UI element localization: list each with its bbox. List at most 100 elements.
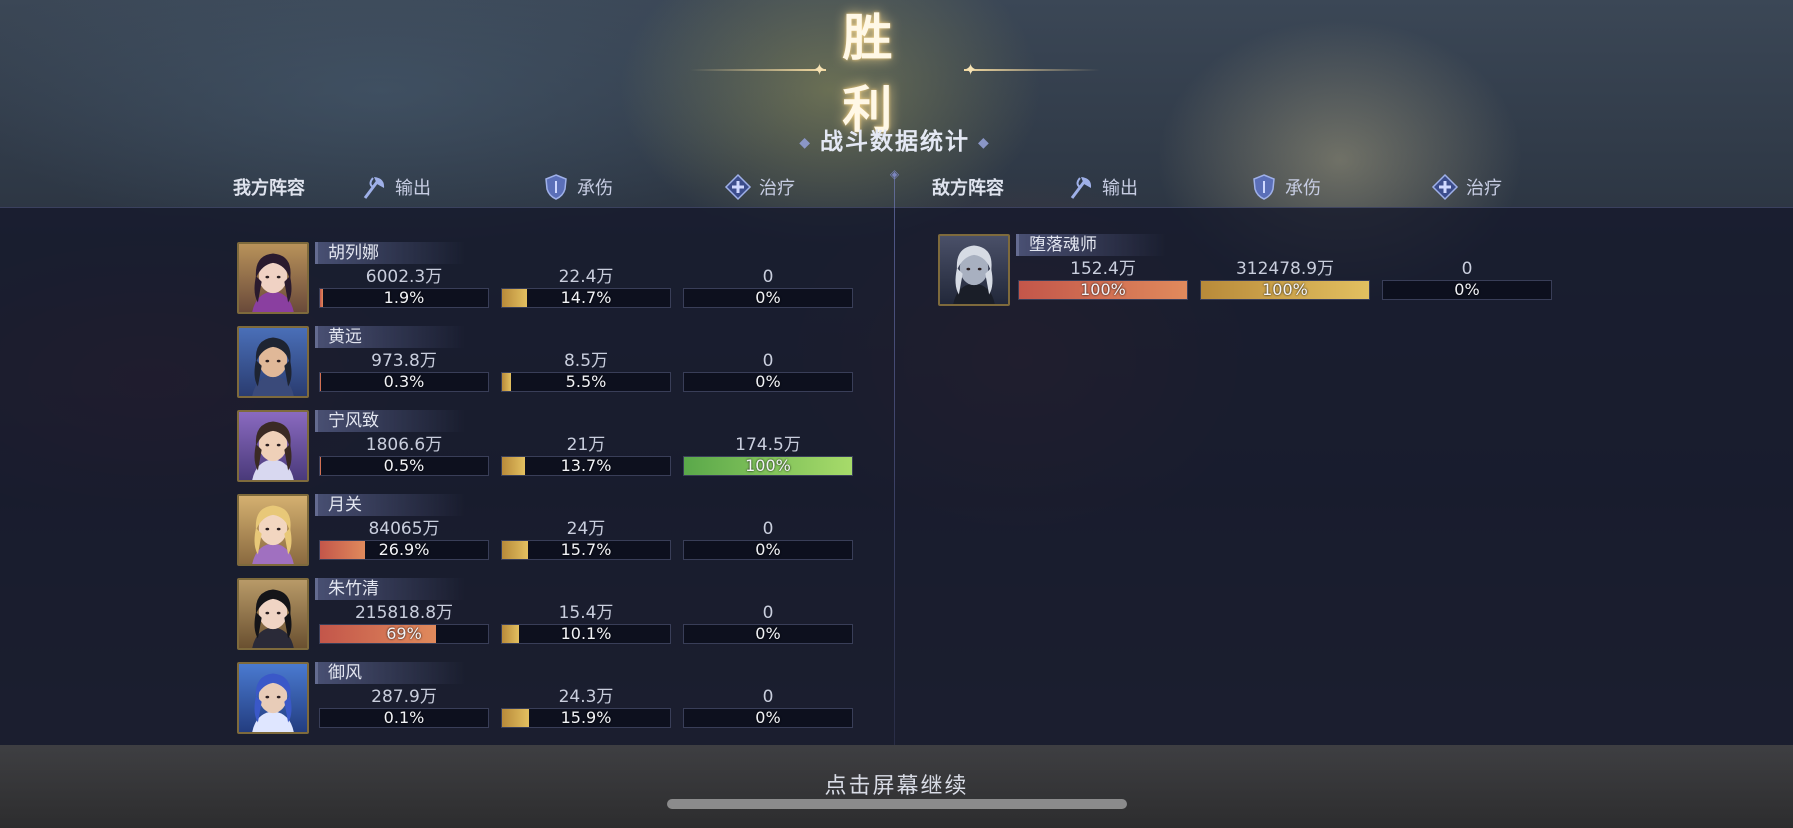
heal-value: 0 — [762, 603, 774, 623]
heal-stat: 0 0% — [683, 518, 853, 560]
heal-percent: 0% — [755, 624, 781, 643]
output-bar: 69% — [319, 624, 489, 644]
our-team-label: 我方阵容 — [233, 178, 305, 199]
tank-value: 21万 — [566, 435, 606, 455]
our-tank-tab[interactable]: 承伤 — [541, 170, 613, 204]
hero-row[interactable]: 黄远 973.8万 0.3% 8.5万 5.5% 0 0% — [237, 326, 857, 402]
heal-percent: 0% — [755, 372, 781, 391]
tap-to-continue[interactable]: 点击屏幕继续 — [0, 768, 1793, 800]
output-percent: 0.1% — [383, 708, 425, 727]
axe-icon — [359, 172, 389, 202]
heal-percent: 0% — [755, 708, 781, 727]
battle-stats-title: 战斗数据统计 — [820, 129, 970, 155]
output-stat: 152.4万 100% — [1018, 258, 1188, 300]
shield-icon — [541, 172, 571, 202]
tank-bar: 10.1% — [501, 624, 671, 644]
tank-stat: 24.3万 15.9% — [501, 686, 671, 728]
heal-value: 174.5万 — [735, 435, 801, 455]
tank-stat: 8.5万 5.5% — [501, 350, 671, 392]
enemy-tank-label: 承伤 — [1285, 178, 1321, 199]
hero-name: 黄远 — [315, 326, 465, 348]
tank-value: 312478.9万 — [1235, 259, 1335, 279]
output-bar: 0.3% — [319, 372, 489, 392]
tank-bar: 15.9% — [501, 708, 671, 728]
our-tank-label: 承伤 — [577, 178, 613, 199]
team-divider — [894, 172, 895, 745]
diamond-icon: ◆ — [799, 134, 812, 151]
hero-portrait[interactable] — [237, 494, 309, 566]
hero-row[interactable]: 御风 287.9万 0.1% 24.3万 15.9% 0 0% — [237, 662, 857, 738]
heal-bar: 0% — [683, 540, 853, 560]
hero-name: 御风 — [315, 662, 465, 684]
home-indicator[interactable] — [667, 799, 1127, 809]
victory-title: 胜利 — [842, 8, 897, 139]
hero-portrait[interactable] — [237, 326, 309, 398]
tank-value: 8.5万 — [563, 351, 609, 371]
hero-row[interactable]: 朱竹清 215818.8万 69% 15.4万 10.1% 0 0% — [237, 578, 857, 654]
tank-percent: 13.7% — [560, 456, 612, 475]
output-value: 152.4万 — [1070, 259, 1136, 279]
hero-portrait[interactable] — [237, 410, 309, 482]
tank-value: 24.3万 — [558, 687, 614, 707]
tank-stat: 21万 13.7% — [501, 434, 671, 476]
hero-portrait[interactable] — [938, 234, 1010, 306]
output-percent: 69% — [386, 624, 422, 643]
enemy-tank-tab[interactable]: 承伤 — [1249, 170, 1321, 204]
heal-percent: 100% — [745, 456, 791, 475]
heal-stat: 0 0% — [683, 266, 853, 308]
heal-stat: 0 0% — [683, 686, 853, 728]
heal-value: 0 — [762, 687, 774, 707]
tank-percent: 100% — [1262, 280, 1308, 299]
output-value: 84065万 — [368, 519, 440, 539]
victory-banner: ✦ 胜利 ✦ — [690, 8, 1100, 139]
hero-row[interactable]: 堕落魂师 152.4万 100% 312478.9万 100% 0 0% — [938, 234, 1558, 310]
output-percent: 0.5% — [383, 456, 425, 475]
tank-value: 22.4万 — [558, 267, 614, 287]
our-output-tab[interactable]: 输出 — [359, 170, 431, 204]
heal-percent: 0% — [755, 540, 781, 559]
tank-percent: 15.9% — [560, 708, 612, 727]
output-percent: 1.9% — [383, 288, 425, 307]
heal-bar: 0% — [683, 624, 853, 644]
tank-stat: 312478.9万 100% — [1200, 258, 1370, 300]
heal-value: 0 — [1461, 259, 1473, 279]
hero-portrait[interactable] — [237, 242, 309, 314]
output-percent: 26.9% — [378, 540, 430, 559]
hero-portrait[interactable] — [237, 662, 309, 734]
title-ornament-right: ✦ — [963, 61, 1100, 79]
output-percent: 0.3% — [383, 372, 425, 391]
tank-stat: 15.4万 10.1% — [501, 602, 671, 644]
hero-portrait[interactable] — [237, 578, 309, 650]
hero-name: 胡列娜 — [315, 242, 465, 264]
our-team-header: 我方阵容 输出 承伤 治疗 — [233, 170, 893, 204]
output-value: 6002.3万 — [365, 267, 443, 287]
tank-bar: 100% — [1200, 280, 1370, 300]
our-heal-tab[interactable]: 治疗 — [723, 170, 795, 204]
output-stat: 973.8万 0.3% — [319, 350, 489, 392]
enemy-team-header: 敌方阵容 输出 承伤 治疗 — [932, 170, 1592, 204]
hero-row[interactable]: 宁风致 1806.6万 0.5% 21万 13.7% 174.5万 100% — [237, 410, 857, 486]
tank-bar: 5.5% — [501, 372, 671, 392]
hero-row[interactable]: 胡列娜 6002.3万 1.9% 22.4万 14.7% 0 0% — [237, 242, 857, 318]
heal-stat: 0 0% — [683, 350, 853, 392]
tank-stat: 24万 15.7% — [501, 518, 671, 560]
tank-stat: 22.4万 14.7% — [501, 266, 671, 308]
hero-row[interactable]: 月关 84065万 26.9% 24万 15.7% 0 0% — [237, 494, 857, 570]
output-bar: 0.5% — [319, 456, 489, 476]
tank-bar: 15.7% — [501, 540, 671, 560]
hero-name: 宁风致 — [315, 410, 465, 432]
enemy-heal-tab[interactable]: 治疗 — [1430, 170, 1502, 204]
heal-value: 0 — [762, 351, 774, 371]
output-bar: 100% — [1018, 280, 1188, 300]
battle-stats-heading: ◆ 战斗数据统计 ◆ — [780, 122, 1010, 155]
output-bar: 1.9% — [319, 288, 489, 308]
output-value: 1806.6万 — [365, 435, 443, 455]
tank-percent: 10.1% — [560, 624, 612, 643]
tank-percent: 5.5% — [565, 372, 607, 391]
output-value: 215818.8万 — [354, 603, 454, 623]
output-percent: 100% — [1080, 280, 1126, 299]
heal-value: 0 — [762, 267, 774, 287]
enemy-output-tab[interactable]: 输出 — [1066, 170, 1138, 204]
output-stat: 84065万 26.9% — [319, 518, 489, 560]
heal-bar: 100% — [683, 456, 853, 476]
